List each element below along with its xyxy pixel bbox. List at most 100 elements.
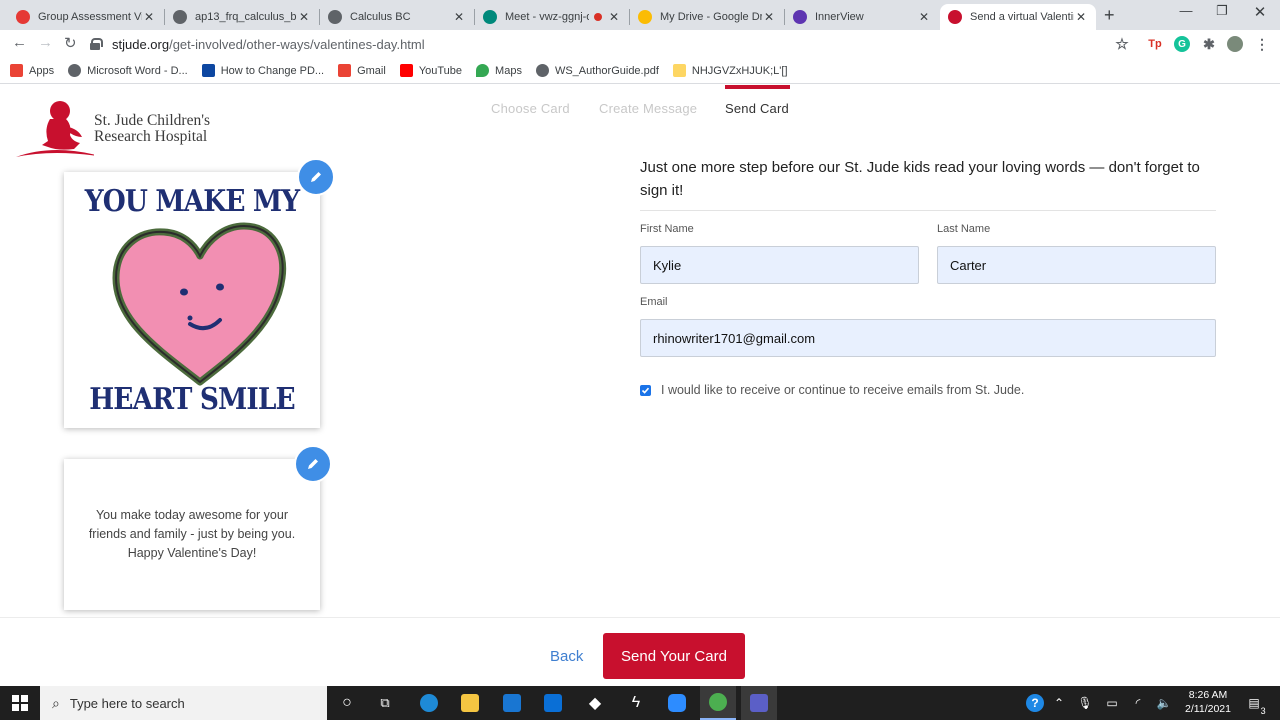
close-tab-icon[interactable]: ✕ (452, 10, 466, 24)
dropbox-icon[interactable]: ◆ (577, 686, 613, 720)
bookmark-apps[interactable]: Apps (10, 64, 54, 77)
system-clock[interactable]: 8:26 AM 2/11/2021 (1180, 688, 1236, 716)
edge-icon[interactable] (411, 686, 447, 720)
wifi-icon[interactable]: ◜ (1128, 686, 1148, 720)
youtube-icon (399, 64, 413, 77)
recording-indicator-icon (594, 13, 602, 21)
close-tab-icon[interactable]: ✕ (142, 10, 156, 24)
battery-icon[interactable]: ▭ (1102, 686, 1122, 720)
close-tab-icon[interactable]: ✕ (917, 10, 931, 24)
bookmark-label: Apps (29, 64, 55, 77)
maximize-icon[interactable]: ❐ (1202, 3, 1242, 19)
tab-calculus-bc[interactable]: Calculus BC ✕ (320, 4, 474, 30)
file-explorer-icon[interactable] (452, 686, 488, 720)
grammarly-extension-icon[interactable]: G (1174, 36, 1190, 52)
bookmark-label: YouTube (418, 64, 463, 77)
bookmark-gmail[interactable]: Gmail (338, 64, 386, 77)
back-arrow-icon[interactable]: ← (12, 34, 27, 51)
tab-my-drive[interactable]: My Drive - Google Driv ✕ (630, 4, 784, 30)
new-tab-icon[interactable]: + (1104, 5, 1115, 26)
extensions-puzzle-icon[interactable]: ✱ (1201, 36, 1217, 52)
windows-start-button[interactable] (0, 686, 40, 720)
volume-icon[interactable]: 🔈 (1154, 686, 1174, 720)
windows-logo-icon (12, 695, 28, 711)
forward-arrow-icon[interactable]: → (38, 34, 53, 51)
edit-card-button[interactable] (297, 158, 335, 196)
bookmark-microsoft-word[interactable]: Microsoft Word - D... (68, 64, 188, 77)
store-icon[interactable] (494, 686, 530, 720)
close-tab-icon[interactable]: ✕ (762, 10, 776, 24)
step-send-card: Send Card (725, 101, 789, 116)
profile-avatar[interactable] (1227, 36, 1243, 52)
bookmark-folder[interactable]: NHJGVZxHJUK;L'[] (672, 64, 788, 77)
tab-title: Group Assessment Vid (38, 11, 142, 23)
mail-icon[interactable] (535, 686, 571, 720)
tp-extension-icon[interactable]: Tp (1147, 36, 1163, 52)
pencil-icon (308, 459, 318, 469)
more-menu-icon[interactable]: ⋮ (1254, 36, 1270, 52)
url-path: /get-involved/other-ways/valentines-day.… (169, 36, 425, 52)
bookmarks-bar: Apps Microsoft Word - D... How to Change… (0, 58, 1280, 84)
microphone-icon[interactable]: 🎙 (1076, 686, 1094, 720)
minimize-icon[interactable]: — (1166, 3, 1206, 18)
tab-favicon-icon (173, 10, 187, 24)
tab-meet[interactable]: Meet - vwz-ggnj-o ✕ (475, 4, 629, 30)
help-icon[interactable]: ? (1024, 686, 1046, 720)
zoom-icon[interactable] (659, 686, 695, 720)
tab-title: My Drive - Google Driv (660, 11, 762, 23)
bookmark-label: Maps (495, 64, 522, 77)
taskbar-search-box[interactable]: ⌕ Type here to search (40, 686, 327, 720)
edit-message-button[interactable] (294, 445, 332, 483)
bookmark-change-pdf[interactable]: How to Change PD... (201, 64, 325, 77)
last-name-input[interactable] (937, 246, 1216, 284)
bookmark-label: How to Change PD... (220, 64, 325, 77)
tab-favicon-icon (638, 10, 652, 24)
send-card-button[interactable]: Send Your Card (603, 633, 745, 679)
cortana-icon[interactable]: ○ (329, 686, 365, 720)
close-tab-icon[interactable]: ✕ (1074, 10, 1088, 24)
clock-date: 2/11/2021 (1185, 703, 1231, 715)
email-optin-checkbox[interactable] (640, 385, 651, 396)
close-window-icon[interactable]: ✕ (1240, 3, 1280, 21)
card-front-preview: YOU MAKE MY HEART SMILE (64, 172, 320, 428)
last-name-label: Last Name (937, 223, 991, 235)
windows-taskbar: ⌕ Type here to search ○ ⧉ ◆ ϟ ? ⌃ 🎙 ▭ ◜ … (0, 686, 1280, 720)
tab-innerview[interactable]: InnerView ✕ (785, 4, 939, 30)
email-optin-label[interactable]: I would like to receive or continue to r… (661, 383, 1024, 397)
bookmark-ws-authorguide[interactable]: WS_AuthorGuide.pdf (535, 64, 659, 77)
lightning-app-icon[interactable]: ϟ (618, 686, 654, 720)
step-create-message[interactable]: Create Message (599, 101, 697, 116)
progress-steps: Choose Card Create Message Send Card (0, 85, 1280, 125)
tab-ap13-frq[interactable]: ap13_frq_calculus_bc ✕ (165, 4, 319, 30)
first-name-input[interactable] (640, 246, 919, 284)
tab-group-assessment[interactable]: Group Assessment Vid ✕ (8, 4, 164, 30)
taskbar-search-placeholder: Type here to search (69, 695, 185, 711)
back-button[interactable]: Back (550, 648, 583, 665)
notification-count: 3 (1260, 706, 1266, 716)
reload-icon[interactable]: ↻ (64, 34, 77, 52)
address-bar[interactable]: stjude.org /get-involved/other-ways/vale… (90, 31, 1140, 57)
globe-icon (535, 64, 549, 77)
card-message-text: You make today awesome for your friends … (88, 508, 296, 560)
chrome-icon[interactable] (700, 686, 736, 720)
email-input[interactable] (640, 319, 1216, 357)
email-label: Email (640, 296, 668, 308)
card-message-preview: You make today awesome for your friends … (64, 459, 320, 610)
tab-title: Calculus BC (350, 11, 411, 23)
teams-icon[interactable] (741, 686, 777, 720)
task-view-icon[interactable]: ⧉ (367, 686, 403, 720)
map-pin-icon (476, 64, 490, 77)
tab-title: Meet - vwz-ggnj-o (505, 11, 589, 23)
tab-st-jude-valentine[interactable]: Send a virtual Valentin ✕ (940, 4, 1096, 30)
active-step-indicator (725, 85, 790, 89)
bookmark-star-icon[interactable]: ☆ (1114, 36, 1130, 53)
close-tab-icon[interactable]: ✕ (297, 10, 311, 24)
notifications-icon[interactable]: ▤ 3 (1242, 686, 1266, 720)
bookmark-youtube[interactable]: YouTube (399, 64, 463, 77)
close-tab-icon[interactable]: ✕ (607, 10, 621, 24)
step-choose-card[interactable]: Choose Card (491, 101, 570, 116)
checkmark-icon (641, 387, 650, 394)
bookmark-maps[interactable]: Maps (476, 64, 522, 77)
show-hidden-icons-icon[interactable]: ⌃ (1050, 686, 1068, 720)
bookmark-label: WS_AuthorGuide.pdf (554, 64, 659, 77)
